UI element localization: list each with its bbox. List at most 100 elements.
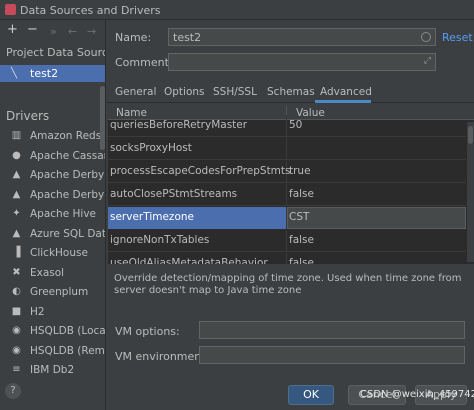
table-row[interactable]: socksProxyHost bbox=[108, 138, 466, 160]
tab-bar: General Options SSH/SSL Schemas Advanced bbox=[107, 82, 474, 103]
property-value[interactable]: true bbox=[289, 165, 311, 177]
table-row[interactable]: serverTimezone CST bbox=[108, 207, 466, 229]
redshift-icon: ▥ bbox=[11, 130, 22, 141]
greenplum-icon: ◐ bbox=[12, 286, 21, 297]
comment-label: Comment: bbox=[115, 56, 173, 69]
driver-label: HSQLDB (Local) bbox=[30, 325, 106, 337]
table-row[interactable]: queriesBeforeRetryMaster 50 bbox=[108, 115, 466, 137]
driver-label: Exasol bbox=[30, 266, 65, 279]
column-separator bbox=[286, 253, 287, 264]
column-separator bbox=[286, 230, 287, 252]
vm-options-label: VM options: bbox=[115, 325, 180, 338]
h2-icon: ■ bbox=[11, 305, 22, 317]
clickhouse-icon: ▐ bbox=[12, 247, 21, 258]
property-name: useOldAliasMetadataBehavior bbox=[110, 257, 268, 264]
ibm-icon: ≡ bbox=[12, 364, 21, 375]
driver-label: H2 bbox=[30, 305, 45, 318]
derby-icon: ▲ bbox=[12, 188, 21, 200]
watermark: CSDN @weixin_45974277 bbox=[360, 389, 474, 400]
value-editor[interactable] bbox=[287, 207, 466, 229]
driver-item[interactable]: ▲ Azure SQL Database bbox=[0, 224, 106, 244]
property-value[interactable]: false bbox=[289, 234, 314, 246]
driver-item[interactable]: ● Apache Cassandra bbox=[0, 146, 105, 166]
app-icon bbox=[5, 4, 16, 15]
property-name: socksProxyHost bbox=[110, 142, 192, 154]
left-scrollbar[interactable] bbox=[100, 86, 105, 150]
driver-label: HSQLDB (Remote) bbox=[30, 344, 105, 357]
driver-item[interactable]: ✦ Apache Hive bbox=[0, 204, 105, 224]
add-icon[interactable]: + bbox=[7, 23, 18, 37]
table-row[interactable]: ignoreNonTxTables false bbox=[108, 230, 466, 252]
property-name: autoClosePStmtStreams bbox=[110, 188, 238, 200]
driver-item[interactable]: ✖ Exasol bbox=[0, 263, 105, 283]
property-value[interactable]: 50 bbox=[289, 119, 302, 131]
name-label: Name: bbox=[115, 31, 152, 44]
driver-item[interactable]: ◉ HSQLDB (Remote) bbox=[0, 341, 105, 361]
property-name: ignoreNonTxTables bbox=[110, 234, 210, 246]
drivers-header: Drivers bbox=[6, 109, 50, 123]
driver-item[interactable]: ▥ Amazon Redshift bbox=[0, 126, 105, 146]
project-item-label: test2 bbox=[30, 67, 59, 80]
vm-environment-label: VM environment: bbox=[115, 350, 210, 363]
driver-label: Apache Derby (Embedded) bbox=[30, 169, 105, 181]
left-toolbar: + − » ← → bbox=[0, 20, 105, 42]
reset-link[interactable]: Reset bbox=[442, 31, 473, 44]
driver-item[interactable]: ▲ Apache Derby (Embedded) bbox=[0, 165, 105, 185]
project-item-test2[interactable]: ╲ test2 bbox=[0, 65, 105, 82]
driver-label: Apache Derby (Remote) bbox=[30, 188, 105, 201]
driver-label: Azure SQL Database bbox=[30, 227, 106, 240]
property-value[interactable]: CST bbox=[289, 211, 309, 223]
tab-schemas[interactable]: Schemas bbox=[267, 86, 315, 98]
derby-icon: ▲ bbox=[12, 169, 21, 180]
ok-button[interactable]: OK bbox=[288, 385, 334, 405]
driver-label: Apache Hive bbox=[30, 208, 96, 220]
driver-label: Apache Cassandra bbox=[30, 149, 105, 162]
tab-general[interactable]: General bbox=[115, 86, 156, 98]
name-field[interactable]: test2 bbox=[168, 28, 436, 46]
driver-item[interactable]: ■ H2 bbox=[0, 302, 105, 322]
property-description: Override detection/mapping of time zone.… bbox=[114, 273, 462, 296]
tab-advanced[interactable]: Advanced bbox=[320, 86, 372, 98]
properties-table: Name Value queriesBeforeRetryMaster 50 soc… bbox=[108, 106, 474, 264]
project-data-sources-header: Project Data Sources bbox=[6, 46, 105, 59]
left-panel: + − » ← → Project Data Sources ╲ test2 D… bbox=[0, 20, 106, 410]
driver-item[interactable]: ▐ ClickHouse bbox=[0, 243, 105, 263]
back-arrow-icon[interactable]: ← bbox=[68, 25, 77, 39]
azure-icon: ▲ bbox=[12, 227, 21, 239]
name-value: test2 bbox=[173, 31, 202, 44]
property-name: serverTimezone bbox=[110, 211, 194, 223]
table-row[interactable]: autoClosePStmtStreams false bbox=[108, 184, 466, 206]
column-separator bbox=[286, 184, 287, 206]
forward-arrow-icon[interactable]: → bbox=[87, 25, 96, 39]
scroll-thumb[interactable] bbox=[468, 126, 473, 144]
column-separator bbox=[286, 138, 287, 160]
column-separator bbox=[286, 207, 287, 229]
driver-item[interactable]: ▲ Apache Derby (Remote) bbox=[0, 185, 105, 205]
mysql-datasource-icon: ╲ bbox=[11, 68, 18, 79]
table-row[interactable]: useOldAliasMetadataBehavior false bbox=[108, 253, 466, 264]
driver-label: Greenplum bbox=[30, 286, 89, 298]
window-title: Data Sources and Drivers bbox=[20, 4, 161, 17]
tab-ssh-ssl[interactable]: SSH/SSL bbox=[213, 86, 257, 98]
driver-item[interactable]: ◉ HSQLDB (Local) bbox=[0, 321, 106, 341]
driver-item[interactable]: ◐ Greenplum bbox=[0, 282, 105, 302]
property-value[interactable]: false bbox=[289, 257, 314, 264]
remove-icon[interactable]: − bbox=[27, 23, 38, 37]
column-separator bbox=[286, 115, 287, 137]
exasol-icon: ✖ bbox=[12, 266, 21, 278]
driver-label: Amazon Redshift bbox=[30, 130, 105, 142]
table-row[interactable]: processEscapeCodesForPrepStmts true bbox=[108, 161, 466, 183]
more-icon[interactable]: » bbox=[50, 25, 57, 39]
table-scrollbar[interactable] bbox=[467, 122, 474, 262]
property-name: processEscapeCodesForPrepStmts bbox=[110, 165, 291, 177]
comment-field[interactable]: ⤢ bbox=[168, 53, 436, 71]
help-button[interactable]: ? bbox=[5, 383, 21, 399]
driver-item[interactable]: ≡ IBM Db2 bbox=[0, 360, 105, 380]
expand-icon[interactable]: ⤢ bbox=[424, 56, 431, 66]
vm-options-field[interactable] bbox=[199, 321, 465, 339]
right-panel: Name: test2 Reset Comment: ⤢ General Opt… bbox=[107, 20, 474, 410]
property-value[interactable]: false bbox=[289, 188, 314, 200]
vm-environment-field[interactable] bbox=[199, 346, 465, 364]
tab-options[interactable]: Options bbox=[164, 86, 205, 98]
clear-circle-icon[interactable] bbox=[421, 32, 431, 42]
